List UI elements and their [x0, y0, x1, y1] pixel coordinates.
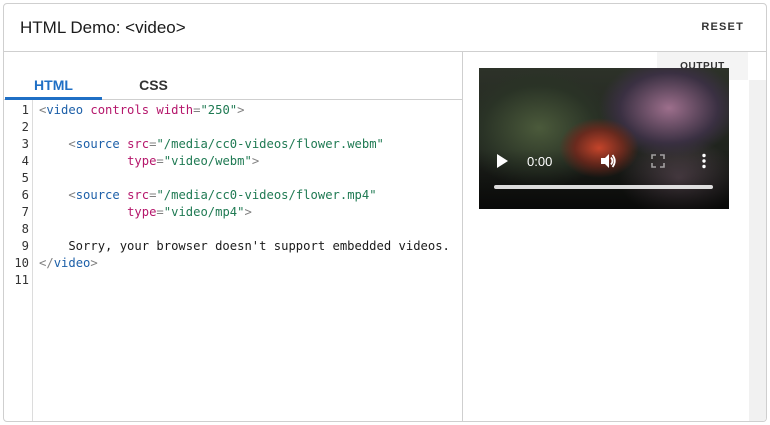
output-pane: OUTPUT 0:00: [463, 52, 766, 421]
code-token: video: [46, 103, 84, 117]
tab-html[interactable]: HTML: [5, 52, 102, 100]
video-progress-bar[interactable]: [494, 185, 713, 189]
video-time: 0:00: [527, 154, 553, 169]
more-options-icon[interactable]: [700, 153, 708, 169]
code-token: width: [156, 103, 194, 117]
demo-frame: HTML Demo: <video> RESET HTML CSS 1 2 3 4 5 6…: [3, 3, 767, 422]
code-line: <video controls width="250">: [39, 102, 244, 119]
code-line: <source src="/media/cc0-videos/flower.mp…: [39, 187, 377, 204]
demo-header: HTML Demo: <video> RESET: [4, 4, 766, 52]
code-token: >: [90, 256, 98, 270]
reset-button[interactable]: RESET: [701, 21, 744, 33]
fullscreen-icon[interactable]: [651, 154, 665, 168]
code-token: source: [75, 188, 120, 202]
code-token: "video/mp4": [163, 205, 245, 219]
line-number: 4: [21, 154, 29, 168]
output-scrollbar[interactable]: [749, 80, 766, 421]
line-number: 8: [21, 222, 29, 236]
code-editor-pane: HTML CSS 1 2 3 4 5 6 7 8 9 10 11 <video controls w…: [4, 52, 463, 421]
code-token: "250": [200, 103, 238, 117]
code-token: Sorry, your browser doesn't support embe…: [39, 239, 450, 253]
code-token: src: [127, 188, 150, 202]
page-title: HTML Demo: <video>: [20, 18, 186, 37]
code-line: </video>: [39, 255, 98, 272]
code-line: type="video/webm">: [39, 153, 259, 170]
line-number: 11: [14, 273, 29, 287]
code-token: =: [156, 154, 164, 168]
code-token: controls: [90, 103, 150, 117]
code-token: source: [75, 137, 120, 151]
code-token: >: [237, 103, 245, 117]
code-line: type="video/mp4">: [39, 204, 252, 221]
volume-icon[interactable]: [599, 152, 617, 170]
line-number: 7: [21, 205, 29, 219]
code-token: video: [53, 256, 91, 270]
line-number: 10: [14, 256, 29, 270]
code-token: src: [127, 137, 150, 151]
play-icon[interactable]: [494, 153, 510, 169]
code-token: "video/webm": [163, 154, 252, 168]
code-token: "/media/cc0-videos/flower.webm": [156, 137, 384, 151]
line-number: 9: [21, 239, 29, 253]
code-line: <source src="/media/cc0-videos/flower.we…: [39, 136, 384, 153]
line-number: 5: [21, 171, 29, 185]
code-token: =: [156, 205, 164, 219]
code-token: type: [127, 205, 157, 219]
code-token: >: [244, 205, 252, 219]
code-line: Sorry, your browser doesn't support embe…: [39, 238, 450, 255]
line-number: 3: [21, 137, 29, 151]
code-token: "/media/cc0-videos/flower.mp4": [156, 188, 377, 202]
video-player[interactable]: 0:00: [479, 68, 729, 209]
line-number-gutter: 1 2 3 4 5 6 7 8 9 10 11: [4, 100, 33, 421]
code-token: <: [68, 188, 76, 202]
code-token: type: [127, 154, 157, 168]
line-number: 1: [21, 103, 29, 117]
code-area[interactable]: 1 2 3 4 5 6 7 8 9 10 11 <video controls width="250…: [4, 100, 462, 421]
code-token: <: [68, 137, 76, 151]
tab-css[interactable]: CSS: [105, 52, 202, 100]
editor-tabs: HTML CSS: [4, 52, 462, 100]
code-token: >: [251, 154, 260, 168]
line-number: 2: [21, 120, 29, 134]
code-token: </: [39, 256, 54, 270]
line-number: 6: [21, 188, 29, 202]
